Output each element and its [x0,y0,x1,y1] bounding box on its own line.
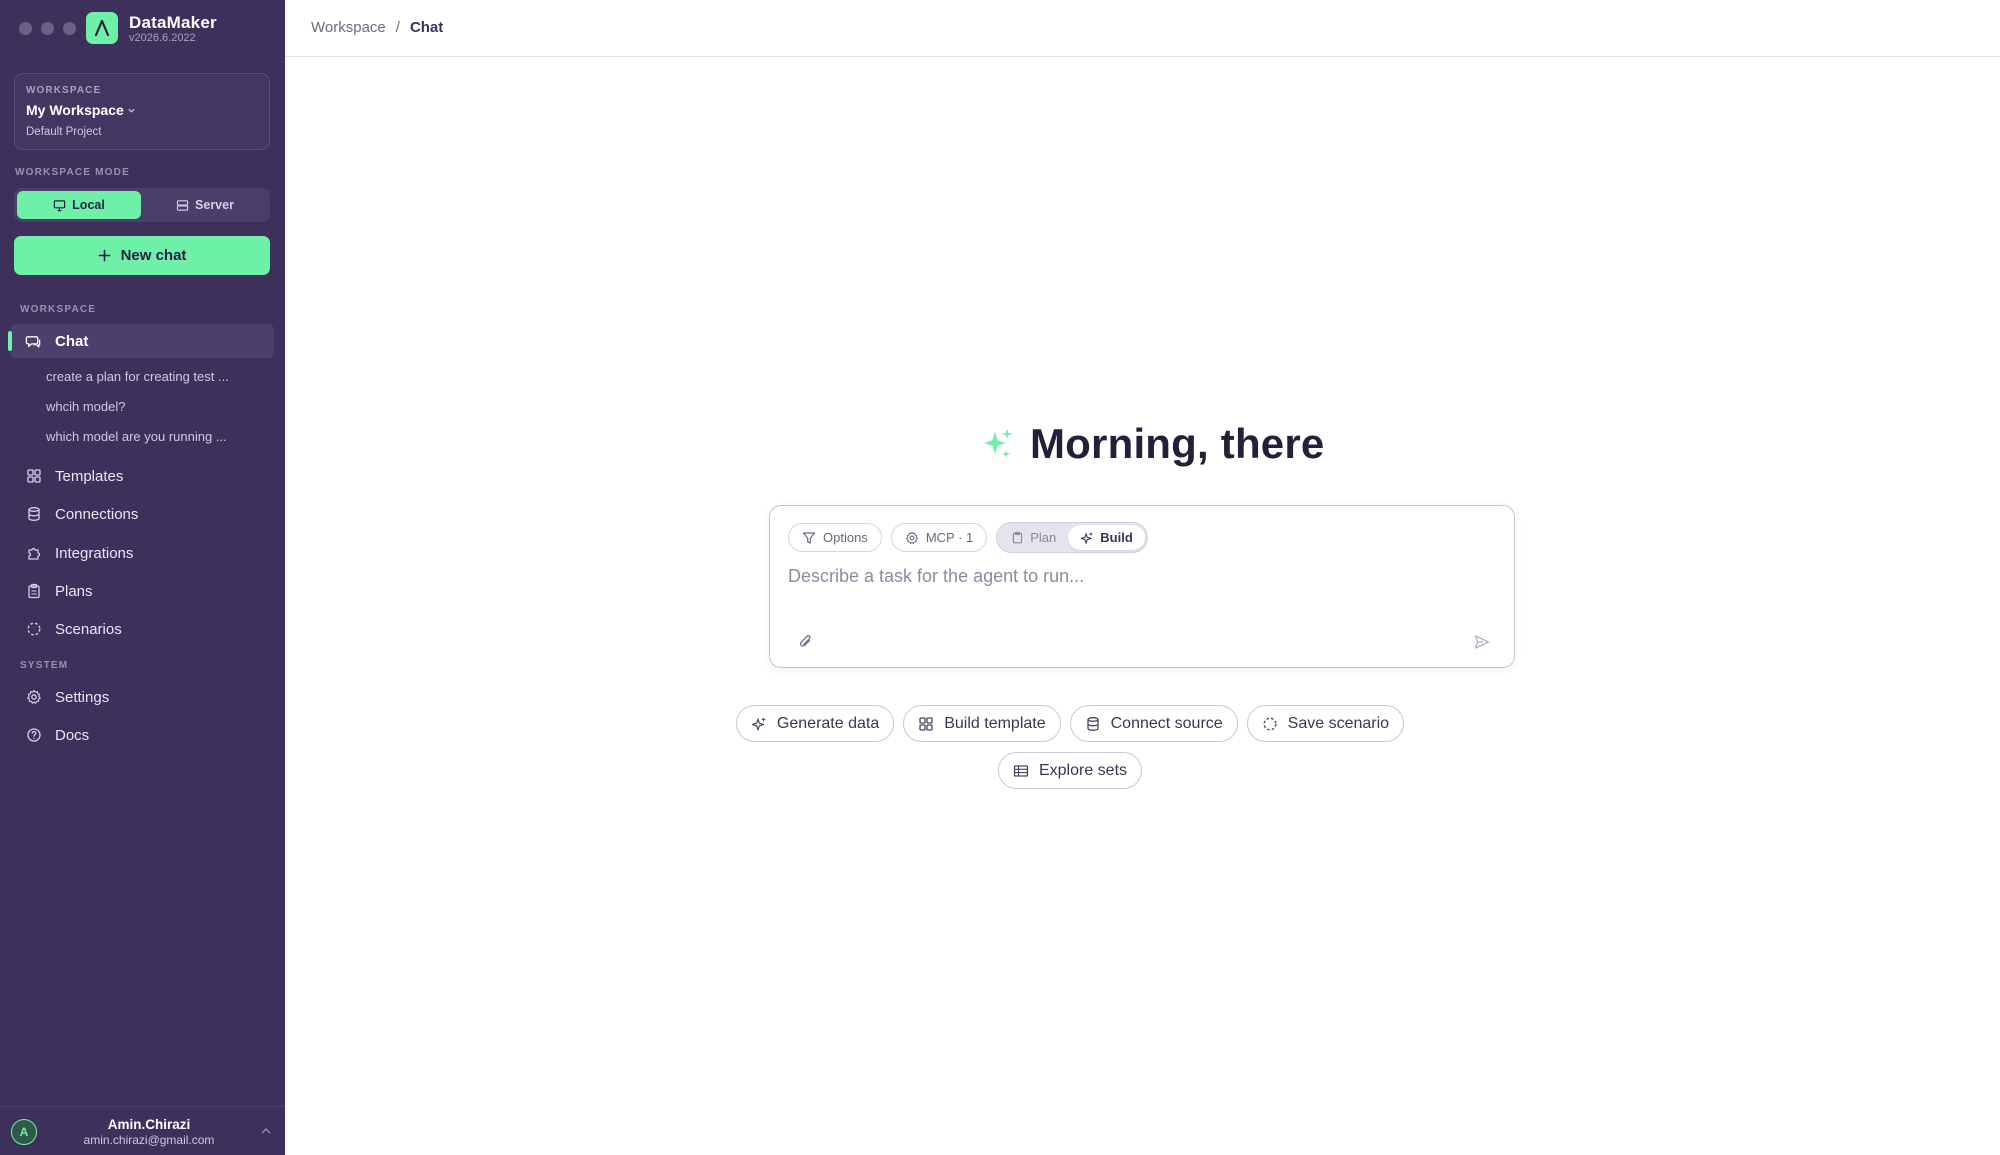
gear-icon [25,689,42,706]
options-label: Options [823,530,868,545]
composer-toolbar: Options MCP · 1 Plan Build [788,522,1148,553]
sparkles-icon [1081,531,1094,544]
chevron-down-icon [128,108,135,113]
explore-sets-label: Explore sets [1038,761,1128,779]
sidebar-item-chat-label: Chat [55,332,89,350]
monitor-icon [53,199,66,211]
save-scenario-label: Save scenario [1287,714,1390,732]
system-section-label: SYSTEM [20,660,69,671]
plan-build-toggle: Plan Build [996,522,1148,553]
mode-server-button[interactable]: Server [143,191,267,219]
chat-history-item[interactable]: create a plan for creating test ... [46,369,256,384]
sidebar-item-templates[interactable]: Templates [10,459,274,493]
new-chat-label: New chat [120,247,187,264]
prompt-input[interactable] [788,566,1488,587]
close-window-button[interactable] [19,22,32,35]
project-name: Default Project [26,126,102,138]
mode-local-button[interactable]: Local [17,191,141,219]
sidebar-item-templates-label: Templates [55,467,124,485]
connect-source-label: Connect source [1110,714,1223,732]
build-mode-button[interactable]: Build [1068,525,1145,550]
plus-icon [98,249,110,262]
chat-icon [25,333,42,350]
app-version: v2026.6.2022 [129,32,196,44]
workspace-mode-label: WORKSPACE MODE [15,167,130,178]
sidebar-item-scenarios-label: Scenarios [55,620,122,638]
gear-icon [905,531,918,544]
chat-composer: Options MCP · 1 Plan Build [769,505,1515,668]
app-logo-icon [86,12,118,44]
suggestion-row: Explore sets [0,752,2000,789]
filter-icon [802,531,816,544]
sparkles-icon [984,429,1012,458]
database-icon [1086,716,1099,731]
workspace-mode-toggle: Local Server [14,188,270,222]
greeting: Morning, there [980,420,1324,468]
user-profile[interactable]: A Amin.Chirazi amin.chirazi@gmail.com [0,1106,285,1155]
sidebar-item-connections[interactable]: Connections [10,497,274,531]
sidebar-item-plans[interactable]: Plans [10,574,274,608]
breadcrumb-workspace[interactable]: Workspace [311,19,386,36]
sidebar-item-scenarios[interactable]: Scenarios [10,612,274,646]
sparkles-icon [751,716,766,731]
breadcrumb-separator: / [395,19,400,36]
breadcrumb-current: Chat [409,19,444,36]
server-icon [176,199,189,211]
sidebar: DataMaker v2026.6.2022 WORKSPACE My Work… [0,0,285,1155]
mcp-button[interactable]: MCP · 1 [890,523,988,552]
sidebar-item-chat[interactable]: Chat [8,324,274,358]
grid-icon [25,468,42,485]
app-name: DataMaker [129,13,217,32]
sidebar-item-settings-label: Settings [55,688,110,706]
maximize-window-button[interactable] [63,22,76,35]
top-bar: Workspace / Chat [285,0,2000,57]
chevron-up-icon[interactable] [259,1124,273,1138]
suggestion-row: Generate data Build template Connect sou… [0,705,2000,742]
workspace-selector[interactable]: WORKSPACE My Workspace Default Project [14,73,270,150]
chat-history-item[interactable]: which model are you running ... [46,429,256,444]
explore-sets-button[interactable]: Explore sets [997,752,1143,789]
table-icon [1013,764,1029,777]
user-name: Amin.Chirazi [107,1117,191,1132]
user-email: amin.chirazi@gmail.com [83,1133,215,1147]
mode-server-label: Server [195,198,234,212]
grid-icon [919,716,933,731]
minimize-window-button[interactable] [41,22,54,35]
dashed-circle-icon [1263,716,1277,731]
dashed-circle-icon [25,621,42,638]
chat-history-item[interactable]: whcih model? [46,399,256,414]
greeting-text: Morning, there [1030,420,1325,467]
generate-data-button[interactable]: Generate data [735,705,895,742]
new-chat-button[interactable]: New chat [14,236,270,275]
sidebar-item-connections-label: Connections [55,505,139,523]
plan-mode-label: Plan [1030,530,1057,545]
connect-source-button[interactable]: Connect source [1069,705,1238,742]
window-controls [19,22,76,35]
build-mode-label: Build [1100,530,1133,545]
paperclip-icon[interactable] [797,633,815,651]
database-icon [25,506,42,523]
workspace-caption: WORKSPACE [26,85,102,96]
workspace-name[interactable]: My Workspace [26,102,136,118]
sidebar-item-integrations-label: Integrations [55,544,134,562]
generate-data-label: Generate data [776,714,880,732]
send-icon[interactable] [1473,633,1491,651]
clipboard-icon [25,583,42,600]
workspace-name-label: My Workspace [26,102,124,118]
sidebar-item-plans-label: Plans [55,582,93,600]
plan-mode-button[interactable]: Plan [999,525,1068,550]
active-indicator [8,331,12,351]
clipboard-icon [1013,531,1023,544]
sidebar-item-integrations[interactable]: Integrations [10,536,274,570]
mcp-label: MCP · 1 [925,530,974,545]
mode-local-label: Local [72,198,105,212]
build-template-button[interactable]: Build template [903,705,1061,742]
breadcrumb: Workspace / Chat [311,19,443,36]
workspace-section-label: WORKSPACE [20,304,97,315]
options-button[interactable]: Options [788,523,882,552]
puzzle-icon [25,545,42,562]
save-scenario-button[interactable]: Save scenario [1246,705,1405,742]
build-template-label: Build template [944,714,1046,732]
